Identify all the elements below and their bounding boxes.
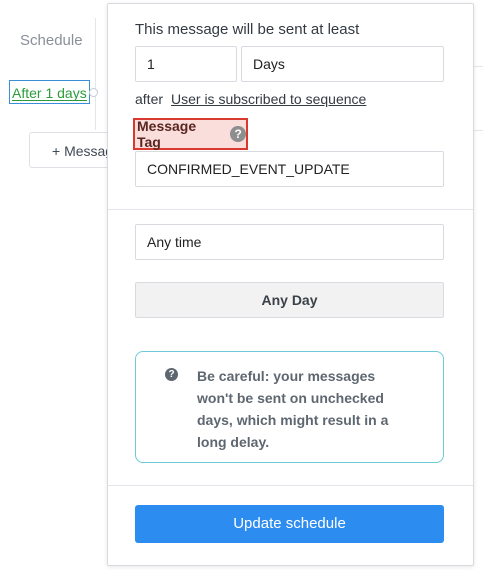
delay-unit-select[interactable]: Days <box>241 46 444 82</box>
after-delay-pill-label: After 1 days <box>12 85 87 101</box>
divider-line <box>474 130 483 131</box>
message-tag-select[interactable]: CONFIRMED_EVENT_UPDATE <box>135 151 444 187</box>
section-divider <box>108 209 473 210</box>
schedule-popover: This message will be sent at least 1 Day… <box>107 3 474 566</box>
warning-text: Be careful: your messages won't be sent … <box>197 368 389 450</box>
section-divider <box>108 485 473 486</box>
schedule-intro-text: This message will be sent at least <box>135 21 360 38</box>
schedule-label: Schedule <box>20 32 83 49</box>
question-circle-icon[interactable]: ? <box>230 126 246 142</box>
after-delay-pill[interactable]: After 1 days <box>9 80 90 104</box>
time-select[interactable]: Any time <box>135 224 444 260</box>
message-tag-label: Message Tag ? <box>133 118 248 150</box>
update-schedule-button[interactable]: Update schedule <box>135 505 444 543</box>
pill-underline <box>12 100 87 101</box>
message-tag-label-text: Message Tag <box>137 118 197 150</box>
trigger-link[interactable]: User is subscribed to sequence <box>171 91 366 107</box>
delay-value-input[interactable]: 1 <box>135 46 237 82</box>
page: Schedule After 1 days + Message This mes… <box>0 0 483 570</box>
any-day-button[interactable]: Any Day <box>135 282 444 318</box>
warning-box: ? Be careful: your messages won't be sen… <box>135 351 444 463</box>
question-circle-icon: ? <box>165 368 178 381</box>
timeline-dot <box>89 88 98 97</box>
timeline-line <box>95 18 96 130</box>
after-text: after <box>135 91 164 107</box>
divider-line <box>474 66 483 67</box>
